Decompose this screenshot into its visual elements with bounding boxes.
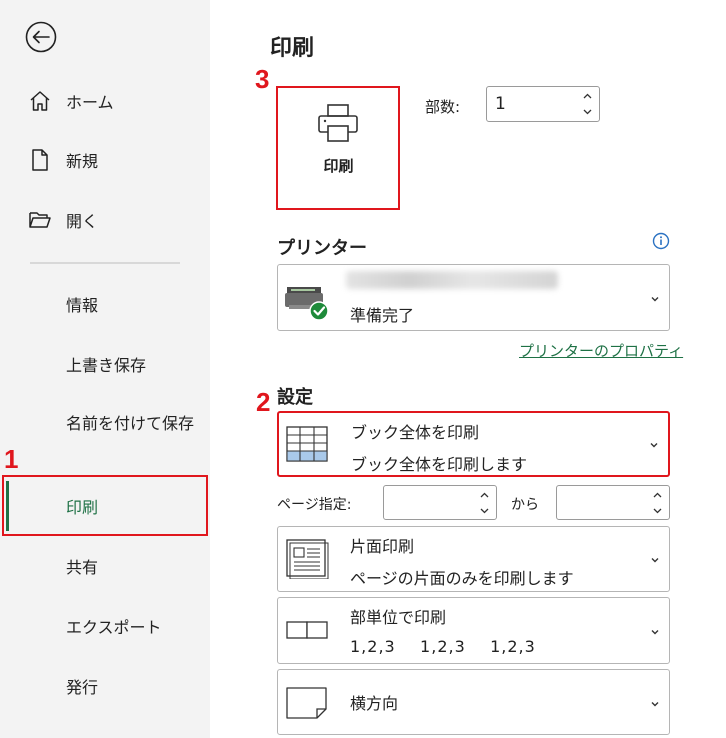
orientation-main: 横方向: [350, 694, 399, 713]
sidebar-item-label: エクスポート: [66, 618, 162, 637]
chevron-down-icon: [651, 630, 659, 635]
spin-down-icon[interactable]: [581, 106, 593, 118]
sidebar-item-label: 新規: [66, 152, 99, 171]
copies-label: 部数:: [425, 98, 461, 116]
spin-up-icon[interactable]: [478, 489, 490, 501]
step-marker-3: 3: [255, 64, 270, 94]
spin-up-icon[interactable]: [581, 90, 593, 102]
printer-name-redacted: [346, 271, 558, 289]
spin-down-icon[interactable]: [478, 505, 490, 517]
sidebar-item-label: 発行: [66, 678, 99, 697]
printer-status: 準備完了: [350, 306, 415, 325]
sidebar-divider: [30, 262, 180, 264]
sidebar-item-publish[interactable]: 発行: [0, 656, 210, 716]
sidebar-item-open[interactable]: 開く: [0, 190, 210, 250]
sidebar-item-export[interactable]: エクスポート: [0, 596, 210, 656]
step-marker-1: 1: [4, 444, 19, 474]
highlight-box-print-nav: [2, 475, 208, 536]
collate-dropdown[interactable]: 部単位で印刷 1,2,3 1,2,3 1,2,3: [277, 597, 670, 664]
collate-sub: 1,2,3 1,2,3 1,2,3: [350, 637, 536, 656]
step-marker-2: 2: [256, 387, 271, 417]
spin-down-icon[interactable]: [651, 505, 663, 517]
sides-sub: ページの片面のみを印刷します: [350, 569, 574, 588]
sidebar-item-share[interactable]: 共有: [0, 536, 210, 596]
page-range-from-label: から: [511, 497, 539, 513]
chevron-down-icon: [650, 443, 658, 448]
single-side-icon: [286, 539, 329, 579]
print-scope-dropdown[interactable]: ブック全体を印刷 ブック全体を印刷します: [277, 411, 670, 477]
printer-heading: プリンター: [277, 238, 367, 259]
page-range-start-input[interactable]: [383, 485, 497, 520]
info-icon[interactable]: [652, 232, 670, 250]
sidebar-item-save-as[interactable]: 名前を付けて保存: [66, 412, 196, 435]
sidebar-item-label: 上書き保存: [66, 356, 147, 375]
orientation-dropdown[interactable]: 横方向: [277, 669, 670, 735]
copies-value: 1: [495, 94, 506, 114]
page-range-end-input[interactable]: [556, 485, 670, 520]
copies-stepper[interactable]: 1: [486, 86, 600, 122]
print-scope-main: ブック全体を印刷: [351, 423, 480, 442]
back-arrow-icon: [25, 21, 57, 53]
chevron-down-icon: [651, 297, 659, 302]
page-range-label: ページ指定:: [277, 497, 352, 513]
sidebar-item-label: 名前を付けて保存: [66, 414, 195, 433]
printer-dropdown[interactable]: 準備完了: [277, 264, 670, 331]
sidebar-item-label: 共有: [66, 558, 99, 577]
sidebar-item-label: 情報: [66, 296, 99, 315]
sides-main: 片面印刷: [350, 537, 415, 556]
sidebar-item-info[interactable]: 情報: [0, 274, 210, 334]
new-document-icon: [28, 148, 52, 172]
sidebar-item-home[interactable]: ホーム: [0, 71, 210, 131]
collate-main: 部単位で印刷: [350, 608, 447, 627]
sides-dropdown[interactable]: 片面印刷 ページの片面のみを印刷します: [277, 526, 670, 592]
page-title: 印刷: [270, 36, 315, 61]
sidebar-item-label: ホーム: [66, 93, 114, 112]
sidebar-item-save[interactable]: 上書き保存: [0, 334, 210, 394]
sidebar: ホーム 新規 開く 情報 上書き保存 名前を付けて保存 印刷 共有 エクスポート…: [0, 0, 210, 738]
back-button[interactable]: [24, 20, 58, 54]
collate-icon: [286, 621, 328, 639]
open-folder-icon: [28, 208, 52, 232]
printer-ready-icon: [285, 287, 329, 321]
settings-heading: 設定: [277, 387, 313, 408]
spin-up-icon[interactable]: [651, 489, 663, 501]
sidebar-item-label: 開く: [66, 212, 99, 231]
print-scope-sub: ブック全体を印刷します: [351, 455, 528, 474]
sidebar-item-new[interactable]: 新規: [0, 130, 210, 190]
grid-sheet-icon: [286, 426, 328, 462]
chevron-down-icon: [651, 558, 659, 563]
printer-properties-link[interactable]: プリンターのプロパティ: [519, 340, 683, 361]
chevron-down-icon: [651, 702, 659, 707]
home-icon: [28, 89, 52, 113]
highlight-box-print-button: [276, 86, 400, 210]
landscape-icon: [286, 687, 327, 719]
